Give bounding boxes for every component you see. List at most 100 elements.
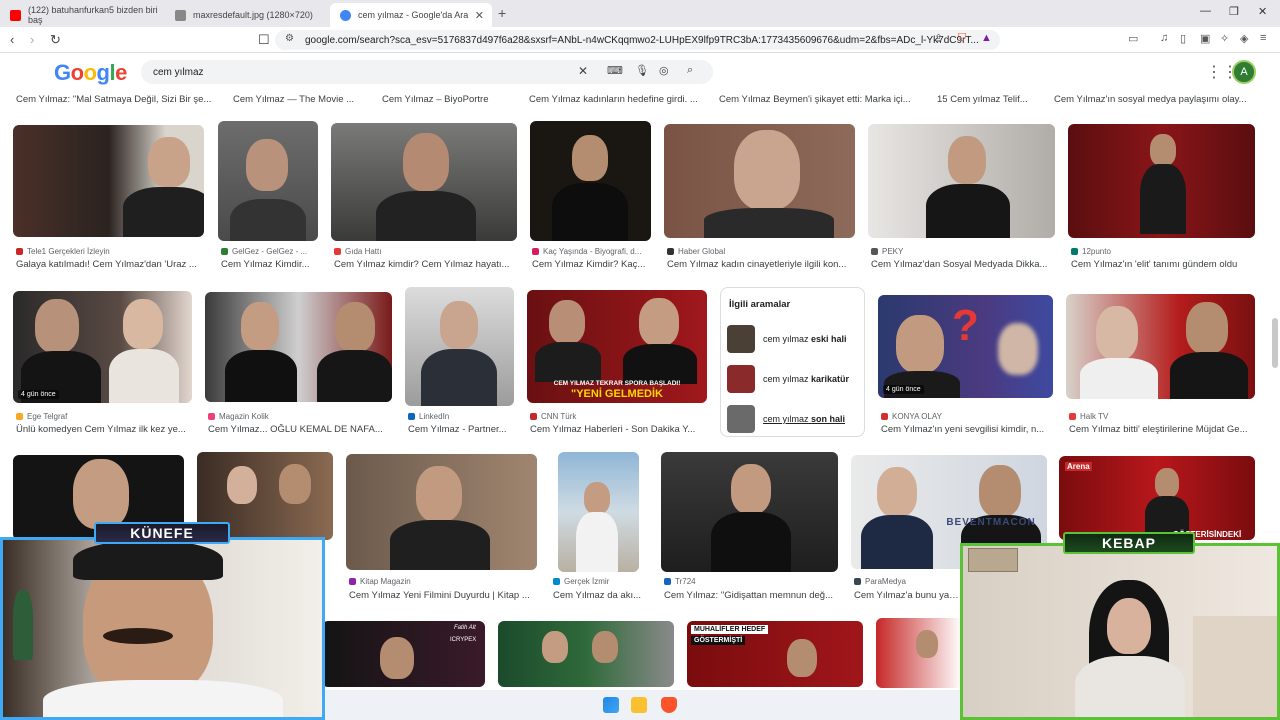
image-source[interactable]: Gıda Hattı	[334, 247, 514, 256]
image-caption[interactable]: Cem Yılmaz: "Gidişattan memnun değ...	[664, 590, 840, 601]
window-icon[interactable]: ▭	[1128, 32, 1138, 45]
image-caption[interactable]: 15 Cem yılmaz Telif...	[937, 94, 1037, 105]
image-result[interactable]	[530, 121, 651, 241]
vpn-icon[interactable]: ◈	[1240, 32, 1248, 45]
image-caption[interactable]: Cem Yılmaz'a bunu yapa...	[854, 590, 962, 601]
image-source[interactable]: ParaMedya	[854, 577, 954, 586]
image-caption[interactable]: Cem Yılmaz Beymen'i şikayet etti: Marka …	[719, 94, 919, 105]
file-explorer-icon[interactable]	[631, 697, 647, 713]
brave-browser-icon[interactable]	[661, 697, 677, 713]
image-source[interactable]: GelGez - GelGez - ...	[221, 247, 321, 256]
image-source[interactable]: 12punto	[1071, 247, 1251, 256]
close-tab-icon[interactable]: ✕	[475, 9, 484, 22]
image-result[interactable]	[661, 452, 838, 572]
image-source[interactable]: Kaç Yaşında - Biyografi, d...	[532, 247, 652, 256]
image-caption[interactable]: Cem Yılmaz — The Movie ...	[233, 94, 363, 105]
music-icon[interactable]: ♫	[1160, 32, 1168, 44]
image-caption[interactable]: Cem Yılmaz kadın cinayetleriyle ilgili k…	[667, 259, 857, 270]
image-source[interactable]: Tr724	[664, 577, 834, 586]
bookmark-icon[interactable]: ☐	[258, 32, 270, 48]
forward-icon[interactable]: ›	[30, 32, 34, 47]
image-source[interactable]: Tele1 Gerçekleri İzleyin	[16, 247, 206, 256]
image-source[interactable]: Haber Global	[667, 247, 847, 256]
search-icon[interactable]: ⌕	[687, 64, 693, 77]
image-source[interactable]: Gerçek İzmir	[553, 577, 648, 586]
avatar[interactable]: A	[1232, 60, 1256, 84]
microphone-icon[interactable]: 🎙	[635, 64, 649, 77]
image-caption[interactable]: Cem Yılmaz Kimdir...	[221, 259, 321, 270]
image-result[interactable]	[205, 292, 392, 402]
image-result[interactable]: CEM YILMAZ TEKRAR SPORA BAŞLADI! "YENİ G…	[527, 290, 707, 403]
tab-youtube[interactable]: (122) batuhanfurkan5 bizden biri baş	[0, 3, 165, 27]
share-icon[interactable]: ⇪	[934, 32, 943, 45]
windows-start-icon[interactable]	[603, 697, 619, 713]
image-caption[interactable]: Cem Yılmaz da akı...	[553, 590, 648, 601]
wallet-icon[interactable]: ▣	[1200, 32, 1210, 45]
keyboard-icon[interactable]: ⌨	[607, 64, 623, 77]
image-result[interactable]	[405, 287, 514, 406]
sidebar-icon[interactable]: ▯	[1180, 32, 1186, 45]
image-result[interactable]	[868, 124, 1055, 238]
image-caption[interactable]: Galaya katılmadı! Cem Yılmaz'dan 'Uraz .…	[16, 259, 206, 270]
image-result[interactable]	[498, 621, 674, 687]
search-input[interactable]: cem yılmaz ✕ ⌨ 🎙 ◎ ⌕	[141, 60, 713, 84]
related-search-item[interactable]: cem yılmaz eski hali	[727, 323, 859, 355]
google-logo[interactable]: Google	[54, 60, 127, 86]
restore-icon[interactable]: ❐	[1229, 5, 1239, 18]
image-result[interactable]	[218, 121, 318, 241]
close-window-icon[interactable]: ✕	[1258, 5, 1267, 18]
image-result[interactable]: MUHALİFLER HEDEF GÖSTERMİŞTİ	[687, 621, 863, 687]
rewards-icon[interactable]: ▲	[981, 32, 992, 44]
image-source[interactable]: CNN Türk	[530, 412, 700, 421]
image-caption[interactable]: Cem Yılmaz - Partner...	[408, 424, 514, 435]
image-source[interactable]: LinkedIn	[408, 412, 514, 421]
image-caption[interactable]: Cem Yılmaz: "Mal Satmaya Değil, Sizi Bir…	[16, 94, 216, 105]
image-caption[interactable]: Cem Yılmaz'ın 'elit' tanımı gündem oldu	[1071, 259, 1261, 270]
image-caption[interactable]: Cem Yılmaz'dan Sosyal Medyada Dikka...	[871, 259, 1056, 270]
reload-icon[interactable]: ↻	[50, 32, 61, 48]
image-result[interactable]: Arena GÖSTERİSİNDEKİ	[1059, 456, 1255, 540]
image-source[interactable]: Kitap Magazin	[349, 577, 534, 586]
image-source[interactable]: KONYA OLAY	[881, 412, 1051, 421]
related-search-item[interactable]: cem yılmaz son hali	[727, 403, 859, 435]
brave-shield-icon[interactable]: ⛉	[958, 32, 966, 45]
image-result[interactable]: 4 gün önce	[13, 291, 192, 403]
image-caption[interactable]: Cem Yılmaz – BiyoPortre	[382, 94, 512, 105]
image-caption[interactable]: Cem Yılmaz Yeni Filmini Duyurdu | Kitap …	[349, 590, 537, 601]
tab-google-search[interactable]: cem yılmaz - Google'da Ara ✕	[330, 3, 492, 27]
image-source[interactable]: Halk TV	[1069, 412, 1249, 421]
image-result[interactable]	[664, 124, 855, 238]
image-result[interactable]	[331, 123, 517, 241]
menu-icon[interactable]: ≡	[1260, 32, 1266, 44]
address-bar[interactable]: ⚙ google.com/search?sca_esv=5176837d497f…	[275, 30, 1000, 50]
image-result[interactable]: Fatih Alt ICRYPEX	[322, 621, 485, 687]
image-result[interactable]: ? 4 gün önce	[878, 295, 1053, 398]
minimize-icon[interactable]: —	[1200, 5, 1211, 17]
image-result[interactable]	[13, 125, 204, 237]
related-search-item[interactable]: cem yılmaz karikatür	[727, 363, 859, 395]
image-result[interactable]	[876, 618, 962, 688]
image-caption[interactable]: Cem Yılmaz bitti' eleştirilerine Müjdat …	[1069, 424, 1255, 435]
image-caption[interactable]: Cem Yılmaz... OĞLU KEMAL DE NAFA...	[208, 424, 392, 435]
image-caption[interactable]: Cem Yılmaz kadınların hedefine girdi. ..…	[529, 94, 704, 105]
image-caption[interactable]: Cem Yılmaz'ın yeni sevgilisi kimdir, n..…	[881, 424, 1053, 435]
image-caption[interactable]: Cem Yılmaz kimdir? Cem Yılmaz hayatı...	[334, 259, 516, 270]
image-source[interactable]: Ege Telgraf	[16, 412, 191, 421]
image-caption[interactable]: Cem Yılmaz Haberleri - Son Dakika Y...	[530, 424, 706, 435]
image-result[interactable]	[1068, 124, 1255, 238]
image-caption[interactable]: Ünlü komedyen Cem Yılmaz ilk kez ye...	[16, 424, 192, 435]
image-result[interactable]	[558, 452, 639, 572]
new-tab-icon[interactable]: +	[498, 5, 506, 21]
tab-image[interactable]: maxresdefault.jpg (1280×720)	[165, 3, 328, 27]
image-result[interactable]	[346, 454, 537, 570]
leo-ai-icon[interactable]: ✧	[1220, 32, 1229, 45]
image-result[interactable]	[1066, 294, 1255, 399]
back-icon[interactable]: ‹	[10, 32, 14, 47]
scrollbar-thumb[interactable]	[1272, 318, 1278, 368]
site-info-icon[interactable]: ⚙	[285, 33, 294, 44]
lens-icon[interactable]: ◎	[659, 64, 669, 77]
clear-icon[interactable]: ✕	[578, 64, 588, 78]
image-caption[interactable]: Cem Yılmaz Kimdir? Kaç...	[532, 259, 652, 270]
image-caption[interactable]: Cem Yılmaz'ın sosyal medya paylaşımı ola…	[1054, 94, 1254, 105]
image-source[interactable]: PEKY	[871, 247, 1051, 256]
